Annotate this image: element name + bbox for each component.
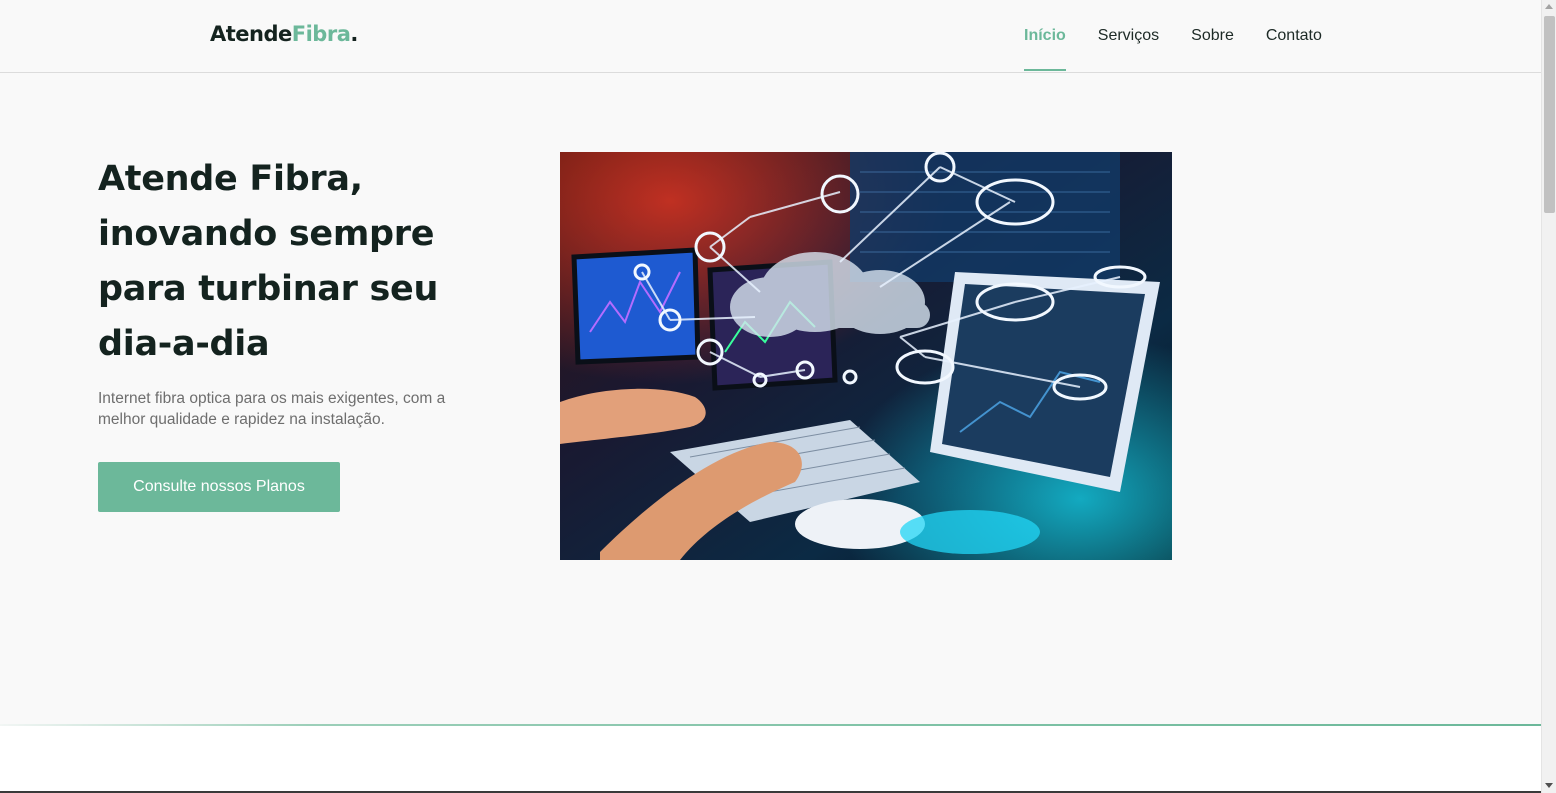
hero-title-line: para turbinar seu bbox=[98, 269, 439, 309]
next-section bbox=[0, 726, 1541, 793]
hero-title: Atende Fibra, inovando sempre para turbi… bbox=[98, 152, 518, 372]
logo[interactable]: AtendeFibra. bbox=[210, 22, 358, 46]
scroll-down-arrow-icon[interactable] bbox=[1545, 783, 1553, 788]
nav-item-contato[interactable]: Contato bbox=[1266, 0, 1322, 72]
main-nav: Início Serviços Sobre Contato bbox=[1024, 0, 1322, 72]
scrollbar-thumb[interactable] bbox=[1544, 16, 1555, 213]
vertical-scrollbar[interactable] bbox=[1541, 0, 1556, 793]
site-header: AtendeFibra. Início Serviços Sobre Conta… bbox=[0, 0, 1541, 73]
nav-item-inicio[interactable]: Início bbox=[1024, 0, 1066, 72]
nav-item-sobre[interactable]: Sobre bbox=[1191, 0, 1234, 72]
cloud-network-icon bbox=[560, 152, 1172, 560]
hero-title-line: dia-a-dia bbox=[98, 324, 270, 364]
nav-item-servicos[interactable]: Serviços bbox=[1098, 0, 1159, 72]
hero-title-line: inovando sempre bbox=[98, 214, 435, 254]
logo-dot: . bbox=[350, 22, 358, 46]
logo-accent: Fibra bbox=[291, 22, 351, 46]
hero-title-line: Atende Fibra, bbox=[98, 159, 363, 199]
hero-image bbox=[560, 152, 1172, 560]
hero-description: Internet fibra optica para os mais exige… bbox=[98, 390, 446, 428]
logo-main: Atende bbox=[210, 22, 292, 46]
consult-plans-button[interactable]: Consulte nossos Planos bbox=[98, 462, 340, 512]
scroll-up-arrow-icon[interactable] bbox=[1545, 4, 1553, 9]
